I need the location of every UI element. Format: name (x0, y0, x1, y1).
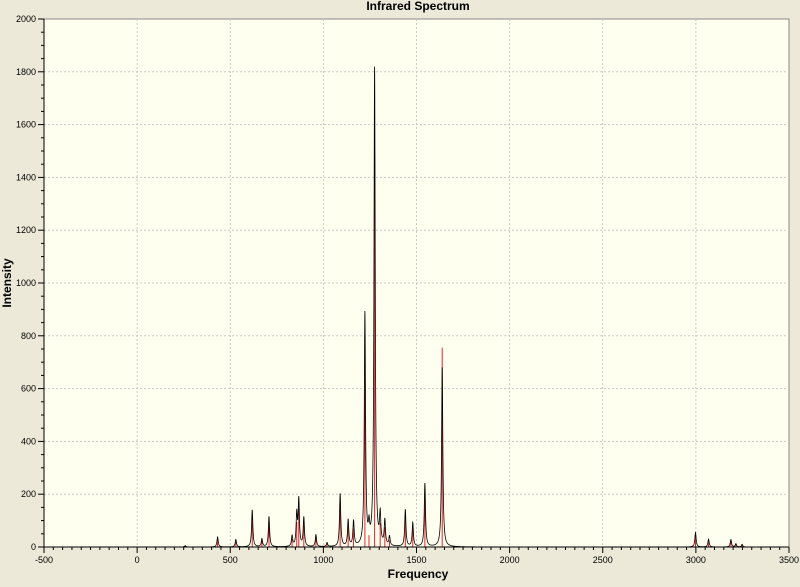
chart-canvas: Infrared Spectrum -500 0 500 1000 1500 2000 25… (0, 0, 800, 582)
x-tick-label: 1500 (406, 555, 426, 565)
x-tick-label: 2000 (500, 555, 520, 565)
y-tick-label: 1200 (16, 225, 36, 235)
y-tick-label: 2000 (16, 14, 36, 24)
y-tick-label: 1400 (16, 172, 36, 182)
x-axis-label: Frequency (388, 567, 449, 581)
ir-spectrum-chart: Infrared Spectrum -500 0 500 1000 1500 2000 25… (0, 0, 800, 582)
x-tick-label: 0 (135, 555, 140, 565)
y-tick-label: 0 (31, 542, 36, 552)
y-tick-label: 1000 (16, 278, 36, 288)
x-tick-label: 3000 (686, 555, 706, 565)
x-tick-label: 2500 (593, 555, 613, 565)
x-tick-label: 1000 (313, 555, 333, 565)
y-tick-label: 400 (21, 436, 36, 446)
y-tick-label: 800 (21, 331, 36, 341)
y-tick-label: 1800 (16, 67, 36, 77)
chart-title: Infrared Spectrum (366, 0, 469, 13)
x-tick-label: 3500 (779, 555, 799, 565)
y-tick-label: 200 (21, 489, 36, 499)
y-axis-label: Intensity (0, 258, 14, 308)
y-tick-label: 1600 (16, 120, 36, 130)
x-tick-label: 500 (223, 555, 238, 565)
y-tick-label: 600 (21, 384, 36, 394)
x-tick-label: -500 (35, 555, 53, 565)
